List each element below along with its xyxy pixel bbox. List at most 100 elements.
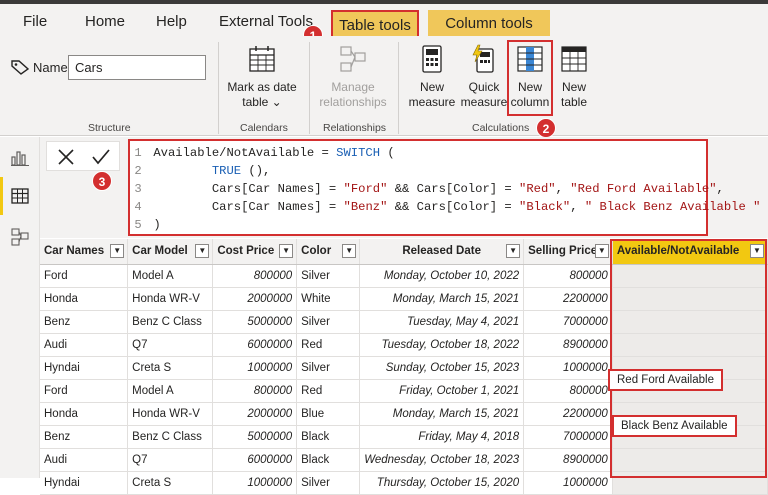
cell-color[interactable]: Silver [296,356,361,380]
cell-selling-price[interactable]: 7000000 [523,310,613,334]
cell-car-model[interactable]: Creta S [127,471,214,495]
column-header-selling-price[interactable]: Selling Price ▼ [523,239,613,265]
cell-availability[interactable] [612,287,768,311]
cell-released-date[interactable]: Tuesday, October 18, 2022 [359,333,525,357]
cell-released-date[interactable]: Friday, October 1, 2021 [359,379,525,403]
cell-cost-price[interactable]: 6000000 [212,448,298,472]
tag-icon [11,60,30,75]
cell-car-model[interactable]: Benz C Class [127,310,214,334]
cell-cost-price[interactable]: 800000 [212,379,298,403]
column-header-cost-price[interactable]: Cost Price ▼ [212,239,298,265]
cell-color[interactable]: Black [296,425,361,449]
cell-released-date[interactable]: Monday, March 15, 2021 [359,402,525,426]
cell-availability[interactable] [612,448,768,472]
cell-color[interactable]: Blue [296,402,361,426]
cell-car-name[interactable]: Audi [40,448,129,472]
cell-cost-price[interactable]: 1000000 [212,471,298,495]
cell-released-date[interactable]: Friday, May 4, 2018 [359,425,525,449]
cell-selling-price[interactable]: 1000000 [523,356,613,380]
code-text: (), [241,164,271,178]
column-header-released-date[interactable]: Released Date ▼ [359,239,525,265]
cell-cost-price[interactable]: 5000000 [212,310,298,334]
chevron-down-icon[interactable]: ▼ [594,244,609,258]
menu-file[interactable]: File [23,13,47,30]
data-view-icon[interactable] [10,186,30,206]
new-column-button[interactable]: New column [507,40,553,116]
column-header-car-names[interactable]: Car Names ▼ [40,239,129,265]
cell-color[interactable]: Silver [296,471,361,495]
chevron-down-icon[interactable]: ▼ [506,244,521,258]
chevron-down-icon[interactable]: ▼ [110,244,125,258]
cell-car-name[interactable]: Ford [40,264,129,288]
cell-color[interactable]: Red [296,333,361,357]
dax-formula-editor[interactable]: 1 Available/NotAvailable = SWITCH ( 2 TR… [128,139,760,236]
cell-selling-price[interactable]: 7000000 [523,425,613,449]
cell-cost-price[interactable]: 2000000 [212,402,298,426]
cell-color[interactable]: Red [296,379,361,403]
cell-cost-price[interactable]: 800000 [212,264,298,288]
cell-cost-price[interactable]: 5000000 [212,425,298,449]
new-table-button[interactable]: New table [555,44,593,110]
cell-color[interactable]: Black [296,448,361,472]
cell-car-model[interactable]: Q7 [127,333,214,357]
cell-color[interactable]: White [296,287,361,311]
cell-car-name[interactable]: Audi [40,333,129,357]
cell-color[interactable]: Silver [296,310,361,334]
menu-home[interactable]: Home [85,13,125,30]
cell-released-date[interactable]: Wednesday, October 18, 2023 [359,448,525,472]
checkmark-icon[interactable] [91,148,111,166]
mark-as-date-table-button[interactable]: Mark as date table ⌄ [224,44,300,110]
cell-car-name[interactable]: Hyndai [40,471,129,495]
cell-availability[interactable] [612,333,768,357]
cell-car-name[interactable]: Hyndai [40,356,129,380]
cell-cost-price[interactable]: 6000000 [212,333,298,357]
cell-selling-price[interactable]: 1000000 [523,471,613,495]
chevron-down-icon[interactable]: ▼ [750,244,764,258]
column-header-car-model[interactable]: Car Model ▼ [127,239,214,265]
quick-measure-button[interactable]: Quick measure [460,44,508,110]
cell-selling-price[interactable]: 8900000 [523,448,613,472]
cell-selling-price[interactable]: 2200000 [523,287,613,311]
cell-released-date[interactable]: Tuesday, May 4, 2021 [359,310,525,334]
cell-availability[interactable] [612,264,768,288]
cell-car-name[interactable]: Honda [40,287,129,311]
cell-car-model[interactable]: Creta S [127,356,214,380]
manage-relationships-button[interactable]: Manage relationships [314,44,392,110]
cell-selling-price[interactable]: 8900000 [523,333,613,357]
column-header-color[interactable]: Color ▼ [296,239,361,265]
cell-car-name[interactable]: Honda [40,402,129,426]
cell-car-name[interactable]: Benz [40,425,129,449]
cell-color[interactable]: Silver [296,264,361,288]
report-view-icon[interactable] [10,147,30,167]
cell-car-name[interactable]: Benz [40,310,129,334]
cell-released-date[interactable]: Thursday, October 15, 2020 [359,471,525,495]
menu-external-tools[interactable]: External Tools [219,13,313,30]
cell-availability[interactable] [612,471,768,495]
cell-selling-price[interactable]: 2200000 [523,402,613,426]
cell-selling-price[interactable]: 800000 [523,264,613,288]
cell-car-model[interactable]: Benz C Class [127,425,214,449]
cell-availability[interactable] [612,310,768,334]
chevron-down-icon[interactable]: ▼ [195,244,210,258]
chevron-down-icon[interactable]: ▼ [279,244,294,258]
ribbon-separator [398,42,399,134]
menu-help[interactable]: Help [156,13,187,30]
cell-car-name[interactable]: Ford [40,379,129,403]
cell-car-model[interactable]: Q7 [127,448,214,472]
cell-released-date[interactable]: Sunday, October 15, 2023 [359,356,525,380]
model-view-icon[interactable] [10,227,30,247]
column-header-available-notavailable[interactable]: Available/NotAvailable ▼ [612,239,768,265]
cell-selling-price[interactable]: 800000 [523,379,613,403]
cell-cost-price[interactable]: 1000000 [212,356,298,380]
cell-car-model[interactable]: Model A [127,379,214,403]
chevron-down-icon[interactable]: ▼ [342,244,357,258]
table-name-input[interactable] [68,55,206,80]
cell-car-model[interactable]: Honda WR-V [127,402,214,426]
cell-released-date[interactable]: Monday, March 15, 2021 [359,287,525,311]
close-icon[interactable] [57,148,75,166]
new-measure-button[interactable]: New measure [404,44,460,110]
cell-car-model[interactable]: Model A [127,264,214,288]
cell-car-model[interactable]: Honda WR-V [127,287,214,311]
cell-cost-price[interactable]: 2000000 [212,287,298,311]
cell-released-date[interactable]: Monday, October 10, 2022 [359,264,525,288]
